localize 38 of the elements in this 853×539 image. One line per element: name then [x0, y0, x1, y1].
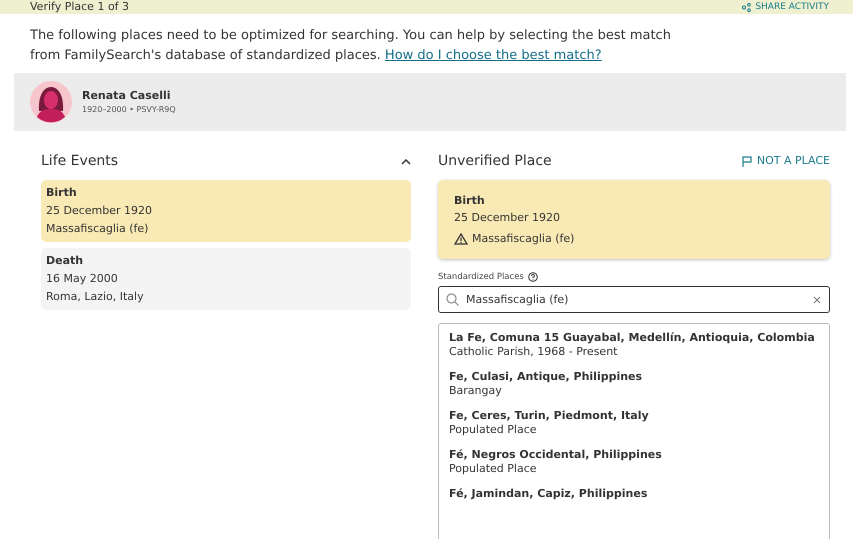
event-place: Massafiscaglia (fe)	[472, 231, 574, 247]
avatar-silhouette-icon	[30, 81, 72, 123]
section-title: Life Events	[41, 152, 118, 171]
event-type: Death	[46, 253, 84, 269]
event-date: 16 May 2000	[46, 271, 119, 287]
person-details: 1920–2000 • PSVY-R9Q	[82, 104, 176, 116]
search-icon	[446, 292, 459, 306]
event-type: Birth	[454, 193, 486, 209]
result-name[interactable]: Fe, Ceres, Turin, Piedmont, Italy	[449, 408, 819, 423]
result-name[interactable]: Fé, Negros Occidental, Philippines	[449, 448, 819, 462]
result-type: Catholic Parish, 1968 - Present	[449, 344, 618, 359]
result-name[interactable]: Fe, Culasi, Antique, Philippines	[449, 370, 819, 384]
close-icon[interactable]	[813, 296, 821, 304]
event-date: 25 December 1920	[46, 203, 154, 219]
result-type: Populated Place	[449, 422, 538, 437]
person-name: Renata Caselli	[82, 88, 172, 104]
event-card[interactable]: Birth 25 December 1920 Massafiscaglia (fe)	[41, 180, 411, 242]
result-type: Barangay	[449, 384, 503, 398]
help-icon	[528, 272, 538, 282]
intro-text: The following places need to be optimized for searching. You can help by selecting the best match from FamilySearch's database of standardized places. How do I choose the best match?	[29, 27, 672, 65]
share-activity-button[interactable]: SHARE ACTIVITY	[742, 2, 829, 12]
help-link[interactable]: How do I choose the best match?	[384, 48, 602, 63]
event-place: Massafiscaglia (fe)	[46, 221, 150, 237]
event-place: Roma, Lazio, Italy	[46, 289, 145, 305]
section-title: Unverified Place	[438, 152, 552, 171]
event-date: 25 December 1920	[454, 210, 562, 226]
field-label: Standardized Places	[438, 271, 524, 284]
result-name[interactable]: Fé, Jamindan, Capiz, Philippines	[449, 486, 819, 501]
chevron-up-icon[interactable]	[401, 158, 411, 164]
share-icon	[742, 2, 752, 12]
event-type: Birth	[46, 185, 78, 201]
flag-icon	[742, 156, 752, 167]
page-title: Verify Place 1 of 3	[30, 1, 130, 13]
result-type: Populated Place	[449, 462, 538, 476]
not-a-place-button[interactable]: NOT A PLACE	[742, 153, 830, 170]
result-name[interactable]: La Fe, Comuna 15 Guayabal, Medellín, Antioquia, Colombia	[449, 330, 819, 345]
event-card[interactable]: Death 16 May 2000 Roma, Lazio, Italy	[41, 248, 411, 310]
search-field[interactable]: Massafiscaglia (fe)	[438, 286, 830, 313]
